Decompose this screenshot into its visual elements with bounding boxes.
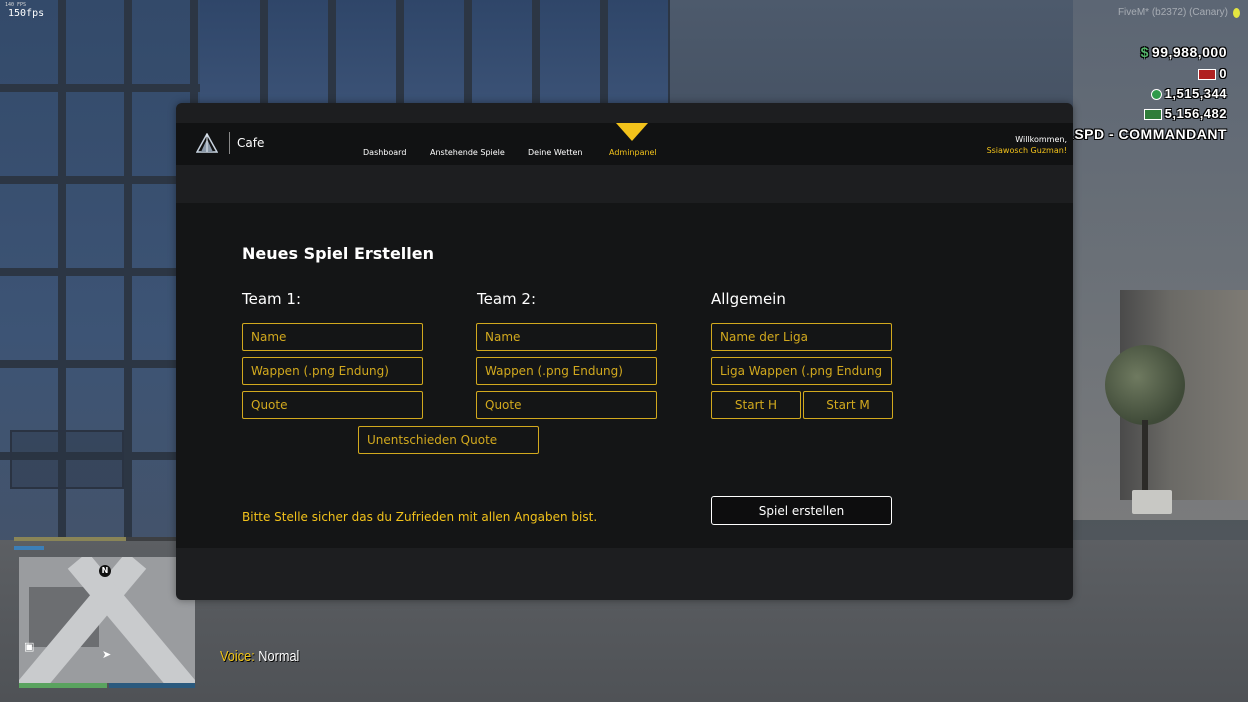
background-plant-stem	[1142, 420, 1148, 495]
start-minute-input[interactable]	[803, 391, 893, 419]
mountain-logo-icon	[196, 133, 218, 153]
team1-odds-input[interactable]	[242, 391, 423, 419]
nav-my-bets[interactable]: Deine Wetten	[528, 148, 582, 157]
hud-dirty-money: 0	[1198, 66, 1227, 81]
team2-crest-input[interactable]	[476, 357, 657, 385]
voice-value: Normal	[258, 648, 300, 665]
brand-name: Cafe	[237, 136, 265, 150]
team2-name-input[interactable]	[476, 323, 657, 351]
welcome-username: Ssiawosch Guzman!	[986, 146, 1067, 155]
league-name-input[interactable]	[711, 323, 892, 351]
hud-black-money: 5,156,482	[1143, 106, 1227, 121]
confirmation-hint: Bitte Stelle sicher das du Zufrieden mit…	[242, 510, 598, 524]
team2-odds-input[interactable]	[476, 391, 657, 419]
fps-counter: 150fps	[8, 8, 45, 19]
nav-dashboard[interactable]: Dashboard	[363, 148, 406, 157]
armor-bar	[109, 683, 195, 688]
player-arrow-icon: ➤	[102, 648, 112, 661]
background-plant-pot	[1132, 490, 1172, 514]
team1-heading: Team 1:	[242, 290, 302, 308]
health-bar	[19, 683, 107, 688]
background-plant	[1105, 345, 1185, 425]
bank-coin-icon	[1150, 89, 1162, 101]
hud-bank-value: 1,515,344	[1164, 86, 1227, 101]
start-hour-input[interactable]	[711, 391, 801, 419]
minimap-top-bar	[14, 537, 180, 541]
team1-name-input[interactable]	[242, 323, 423, 351]
brand-divider	[229, 132, 230, 154]
hud-job: LSPD - COMMANDANT	[1065, 126, 1227, 142]
minimap-secondary-bar	[14, 546, 44, 550]
betting-panel: Cafe Dashboard Anstehende Spiele Deine W…	[176, 103, 1073, 600]
background-windows-top	[200, 0, 670, 105]
background-bench	[10, 430, 124, 489]
nav-upcoming-games[interactable]: Anstehende Spiele	[430, 148, 505, 157]
welcome-greeting: Willkommen,	[1015, 135, 1067, 144]
hud-cash-value: 99,988,000	[1151, 44, 1227, 60]
fivem-build-label: FiveM* (b2372) (Canary)	[1117, 7, 1228, 18]
voice-indicator: Voice: Normal	[220, 648, 299, 665]
hud-black-value: 5,156,482	[1164, 106, 1227, 121]
hud-bank: 1,515,344	[1150, 86, 1227, 101]
welcome-message: Willkommen, Ssiawosch Guzman!	[987, 134, 1067, 156]
draw-odds-input[interactable]	[358, 426, 539, 454]
dollar-icon: $	[1140, 44, 1149, 60]
create-game-button[interactable]: Spiel erstellen	[711, 496, 892, 525]
league-crest-input[interactable]	[711, 357, 892, 385]
team2-heading: Team 2:	[477, 290, 537, 308]
dirty-money-icon	[1198, 69, 1217, 81]
briefcase-icon: ▣	[24, 640, 35, 653]
create-game-form: Neues Spiel Erstellen Team 1: Team 2: Al…	[176, 203, 1073, 548]
team1-crest-input[interactable]	[242, 357, 423, 385]
nav-adminpanel[interactable]: Adminpanel	[609, 148, 657, 157]
fivem-status-icon	[1233, 8, 1240, 18]
north-icon: N	[99, 565, 111, 577]
general-heading: Allgemein	[711, 290, 786, 308]
voice-label: Voice:	[220, 648, 255, 665]
active-nav-indicator-icon	[616, 123, 648, 141]
form-title: Neues Spiel Erstellen	[242, 244, 434, 263]
hud-dirty-value: 0	[1219, 66, 1227, 81]
hud-cash: $99,988,000	[1141, 44, 1227, 60]
banknote-icon	[1143, 109, 1162, 121]
